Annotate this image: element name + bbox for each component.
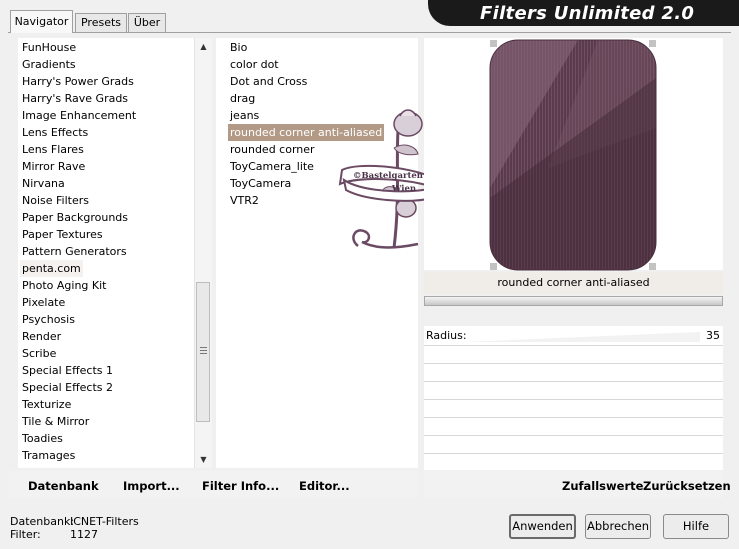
preview-divider-bar [424,296,723,306]
scroll-up-arrow-icon[interactable]: ▲ [195,38,212,55]
slider-track[interactable] [464,330,700,342]
category-item[interactable]: Harry's Power Grads [20,73,136,90]
tab-presets[interactable]: Presets [75,13,127,32]
help-button[interactable]: Hilfe [663,514,729,539]
watermark-line1: ©Bastelgarten [353,171,423,181]
filter-item[interactable]: ToyCamera [228,175,293,192]
category-item[interactable]: Lens Effects [20,124,90,141]
watermark-line2: Wien [391,184,416,194]
param-radius-value[interactable]: 35 [690,329,720,342]
filter-item[interactable]: VTR2 [228,192,261,209]
app-title: Filters Unlimited 2.0 [480,3,695,24]
status-filter-value: 1127 [70,528,98,541]
scrollbar-thumb[interactable] [196,282,210,422]
category-item[interactable]: Paper Backgrounds [20,209,130,226]
database-button[interactable]: Datenbank [28,479,99,493]
category-item[interactable]: Gradients [20,56,78,73]
category-item[interactable]: Mirror Rave [20,158,87,175]
category-item[interactable]: Nirvana [20,175,67,192]
status-database-label: Datenbank: [10,515,75,528]
cancel-button[interactable]: Abbrechen [585,514,651,539]
category-item[interactable]: Special Effects 2 [20,379,115,396]
filter-list[interactable]: Bio color dot Dot and Cross drag jeans rounde… [216,38,418,468]
category-item[interactable]: Pattern Generators [20,243,129,260]
category-item[interactable]: Pixelate [20,294,67,311]
param-radius-slider[interactable] [464,330,700,342]
category-item[interactable]: FunHouse [20,39,78,56]
status-filter-label: Filter: [10,528,41,541]
apply-button[interactable]: Anwenden [509,514,576,539]
filter-item[interactable]: ToyCamera_lite [228,158,316,175]
status-database-value: ICNET-Filters [70,515,139,528]
filter-item[interactable]: Bio [228,39,249,56]
filter-info-button[interactable]: Filter Info... [202,479,279,493]
category-item[interactable]: Image Enhancement [20,107,138,124]
category-item[interactable]: Scribe [20,345,58,362]
category-item[interactable]: Texturize [20,396,73,413]
filter-item[interactable]: jeans [228,107,261,124]
parameter-panel [424,326,723,470]
category-item[interactable]: Paper Textures [20,226,105,243]
category-item[interactable]: Photo Aging Kit [20,277,108,294]
category-item[interactable]: Special Effects 1 [20,362,115,379]
category-item[interactable]: Psychosis [20,311,77,328]
filter-item[interactable]: color dot [228,56,281,73]
preview-image [489,39,657,271]
filter-item[interactable]: drag [228,90,257,107]
tab-navigator[interactable]: Navigator [10,10,73,33]
randomize-button[interactable]: Zufallswerte [562,479,643,493]
editor-button[interactable]: Editor... [299,479,350,493]
category-scrollbar[interactable]: ▲ ▼ [194,38,212,468]
tab-strip-line [8,32,731,33]
tab-about[interactable]: Über [128,13,166,32]
category-list[interactable]: FunHouse Gradients Harry's Power Grads Harr… [18,38,194,468]
category-item[interactable]: Lens Flares [20,141,86,158]
category-item[interactable]: Render [20,328,63,345]
filter-item[interactable]: Dot and Cross [228,73,309,90]
import-button[interactable]: Import... [123,479,180,493]
category-item[interactable]: Toadies [20,430,65,447]
category-item[interactable]: Noise Filters [20,192,91,209]
param-radius-label: Radius: [426,329,467,342]
filter-item[interactable]: rounded corner [228,141,317,158]
category-item[interactable]: Tramages [20,447,77,464]
category-item[interactable]: Tile & Mirror [20,413,91,430]
reset-button[interactable]: Zurücksetzen [643,479,731,493]
category-item[interactable]: penta.com [20,260,83,277]
preview-filter-name: rounded corner anti-aliased [424,272,723,294]
scroll-down-arrow-icon[interactable]: ▼ [195,451,212,468]
category-item[interactable]: Harry's Rave Grads [20,90,130,107]
